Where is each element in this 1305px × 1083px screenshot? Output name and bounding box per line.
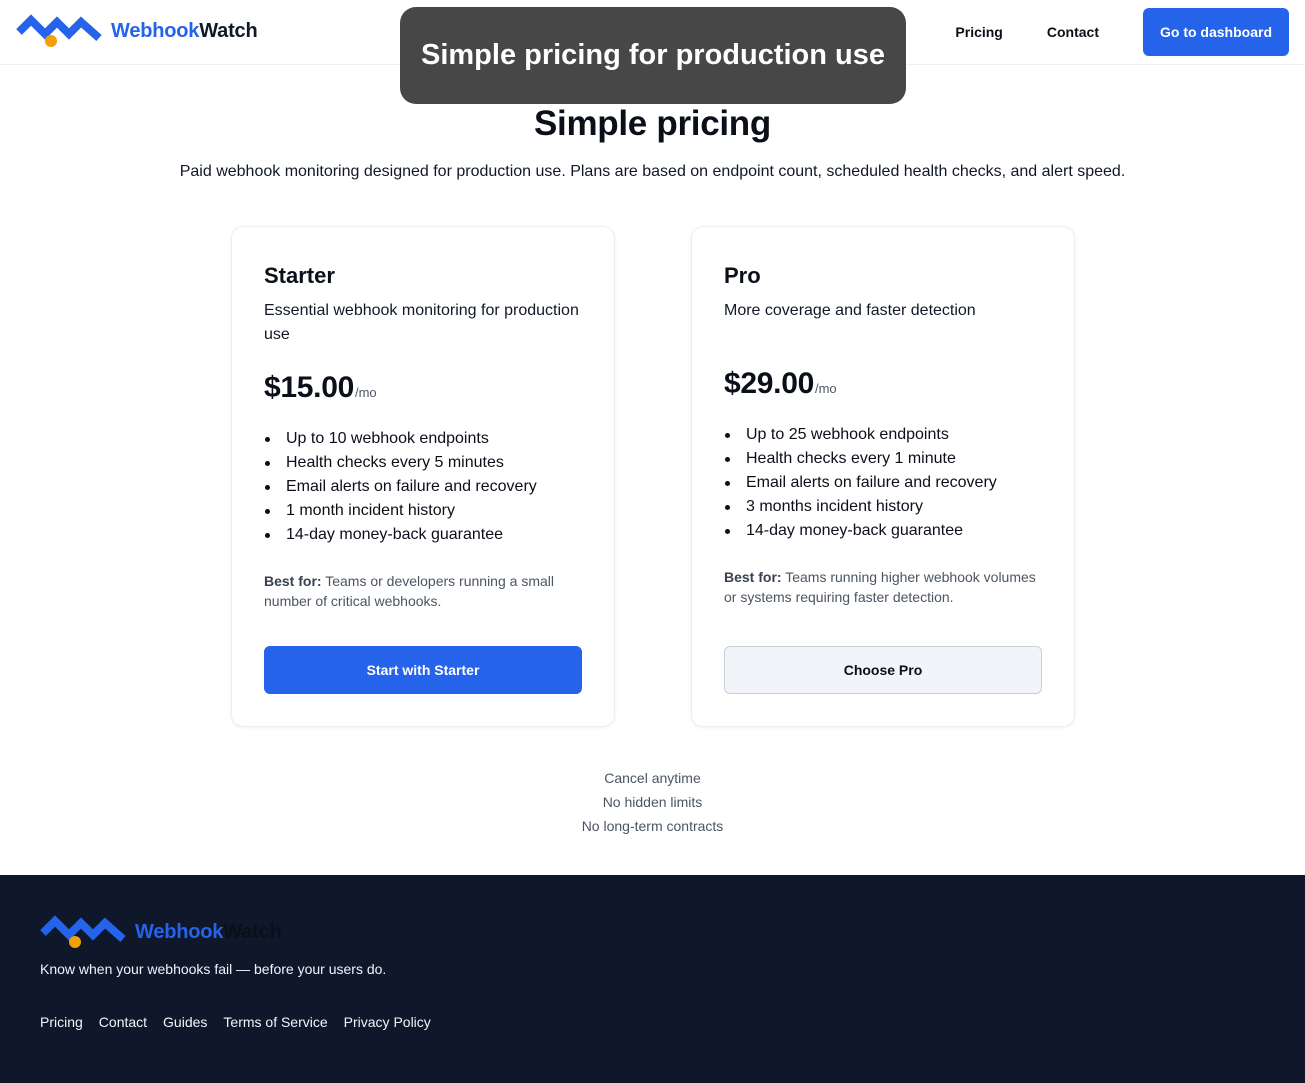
feature-text: 3 months incident history bbox=[746, 498, 923, 515]
footer-link-contact[interactable]: Contact bbox=[99, 1014, 147, 1030]
plan-features: Up to 10 webhook endpoints Health checks… bbox=[264, 427, 582, 547]
feature-item: 1 month incident history bbox=[264, 499, 582, 523]
footer-link-guides[interactable]: Guides bbox=[163, 1014, 207, 1030]
plan-price: $15.00 bbox=[264, 371, 354, 404]
bullet-dot-icon bbox=[724, 495, 746, 519]
plan-description: More coverage and faster detection bbox=[724, 302, 976, 319]
plan-card-pro: Pro More coverage and faster detection $… bbox=[691, 226, 1075, 727]
bullet-dot-icon bbox=[264, 499, 286, 523]
plan-features: Up to 25 webhook endpoints Health checks… bbox=[724, 423, 1042, 543]
feature-item: 3 months incident history bbox=[724, 495, 1042, 519]
feature-item: Up to 10 webhook endpoints bbox=[264, 427, 582, 451]
footer-brand-name: WebhookWatch bbox=[135, 921, 282, 944]
brand-name-part2: Watch bbox=[199, 19, 258, 42]
feature-item: Health checks every 1 minute bbox=[724, 447, 1042, 471]
footer-link-pricing[interactable]: Pricing bbox=[40, 1014, 83, 1030]
feature-item: 14-day money-back guarantee bbox=[724, 519, 1042, 543]
assurance-item: No long-term contracts bbox=[581, 818, 724, 834]
bullet-dot-icon bbox=[724, 423, 746, 447]
plan-period: /mo bbox=[354, 385, 377, 400]
bullet-dot-icon bbox=[264, 427, 286, 451]
footer-link-privacy[interactable]: Privacy Policy bbox=[344, 1014, 431, 1030]
best-for-label: Best for: bbox=[724, 569, 782, 585]
plan-description: Essential webhook monitoring for product… bbox=[264, 302, 579, 343]
bullet-dot-icon bbox=[264, 475, 286, 499]
plan-card-starter: Starter Essential webhook monitoring for… bbox=[231, 226, 615, 727]
feature-item: 14-day money-back guarantee bbox=[264, 523, 582, 547]
bullet-dot-icon bbox=[724, 519, 746, 543]
brand-name-part1: Webhook bbox=[111, 19, 200, 42]
feature-text: Health checks every 5 minutes bbox=[286, 454, 504, 471]
plan-price-row: $15.00 /mo bbox=[264, 371, 582, 405]
site-footer: WebhookWatch Know when your webhooks fai… bbox=[0, 875, 1305, 1083]
brand-name: WebhookWatch bbox=[111, 20, 258, 43]
nav-link-contact[interactable]: Contact bbox=[1047, 24, 1099, 40]
bullet-dot-icon bbox=[724, 471, 746, 495]
plan-name: Starter bbox=[264, 263, 335, 288]
choose-pro-button[interactable]: Choose Pro bbox=[724, 646, 1042, 694]
bullet-dot-icon bbox=[264, 451, 286, 475]
feature-item: Email alerts on failure and recovery bbox=[264, 475, 582, 499]
top-nav: Pricing Contact Go to dashboard bbox=[955, 8, 1289, 56]
feature-text: Email alerts on failure and recovery bbox=[746, 474, 997, 491]
feature-text: Email alerts on failure and recovery bbox=[286, 478, 537, 495]
feature-item: Health checks every 5 minutes bbox=[264, 451, 582, 475]
plan-best-for: Best for: Teams or developers running a … bbox=[264, 571, 582, 611]
footer-link-terms[interactable]: Terms of Service bbox=[223, 1014, 327, 1030]
footer-brand-logo[interactable]: WebhookWatch bbox=[40, 915, 282, 949]
feature-text: Up to 10 webhook endpoints bbox=[286, 430, 489, 447]
assurance-item: Cancel anytime bbox=[604, 770, 701, 786]
bullet-dot-icon bbox=[264, 523, 286, 547]
feature-item: Up to 25 webhook endpoints bbox=[724, 423, 1042, 447]
plan-price: $29.00 bbox=[724, 367, 814, 400]
assurance-item: No hidden limits bbox=[602, 794, 703, 810]
page-tooltip: Simple pricing for production use bbox=[400, 7, 906, 104]
best-for-label: Best for: bbox=[264, 573, 322, 589]
plan-price-row: $29.00 /mo bbox=[724, 367, 1042, 401]
start-with-starter-button[interactable]: Start with Starter bbox=[264, 646, 582, 694]
assurance-list: Cancel anytime No hidden limits No long-… bbox=[0, 766, 1305, 838]
feature-text: 14-day money-back guarantee bbox=[746, 522, 964, 539]
feature-text: 1 month incident history bbox=[286, 502, 455, 519]
brand-name-part2: Watch bbox=[223, 920, 282, 943]
feature-item: Email alerts on failure and recovery bbox=[724, 471, 1042, 495]
feature-text: Up to 25 webhook endpoints bbox=[746, 426, 949, 443]
go-to-dashboard-button[interactable]: Go to dashboard bbox=[1143, 8, 1289, 56]
nav-link-pricing[interactable]: Pricing bbox=[955, 24, 1002, 40]
wave-logo-icon bbox=[16, 14, 102, 47]
plan-name: Pro bbox=[724, 263, 761, 288]
page-subtitle: Paid webhook monitoring designed for pro… bbox=[179, 163, 1126, 180]
brand-logo[interactable]: WebhookWatch bbox=[16, 14, 258, 48]
footer-tagline: Know when your webhooks fail — before yo… bbox=[40, 961, 387, 977]
plan-period: /mo bbox=[814, 381, 837, 396]
feature-text: Health checks every 1 minute bbox=[746, 450, 956, 467]
bullet-dot-icon bbox=[724, 447, 746, 471]
wave-logo-icon bbox=[40, 915, 126, 948]
plan-best-for: Best for: Teams running higher webhook v… bbox=[724, 567, 1042, 607]
brand-name-part1: Webhook bbox=[135, 920, 224, 943]
feature-text: 14-day money-back guarantee bbox=[286, 526, 504, 543]
footer-nav: Pricing Contact Guides Terms of Service … bbox=[40, 1014, 447, 1030]
page-title: Simple pricing bbox=[534, 104, 771, 143]
